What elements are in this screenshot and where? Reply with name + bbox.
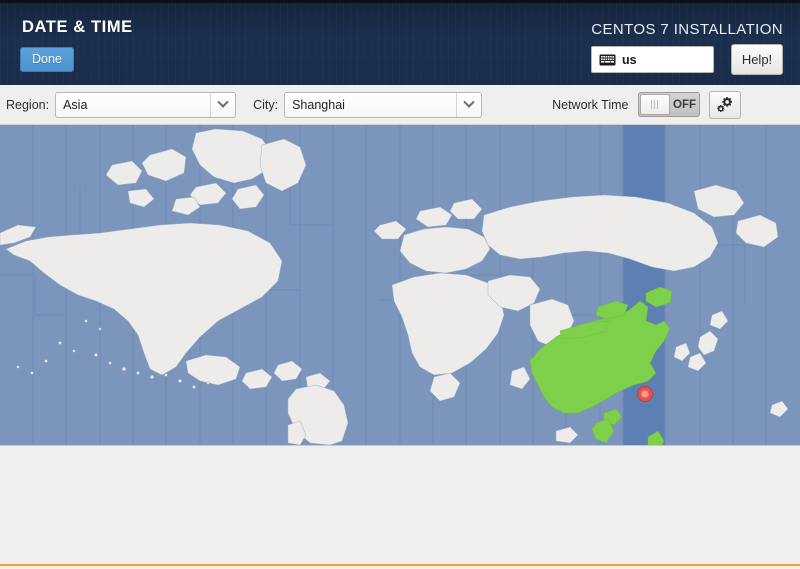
installation-title: CENTOS 7 INSTALLATION (591, 21, 783, 38)
city-value: Shanghai (292, 97, 345, 112)
help-button[interactable]: Help! (731, 44, 783, 75)
city-dropdown[interactable]: Shanghai (284, 91, 483, 118)
city-marker-shanghai (637, 386, 653, 402)
network-time-label: Network Time (552, 97, 629, 112)
gear-icon (716, 96, 732, 112)
chevron-down-icon (210, 92, 235, 117)
network-time-toggle[interactable]: OFF (637, 92, 700, 117)
region-value: Asia (63, 97, 88, 112)
time-date-panel: 17:04 PM 24-hour AM/PM 11 / (0, 445, 800, 566)
installer-header: DATE & TIME Done CENTOS 7 INSTALLATION u… (0, 0, 800, 85)
map-svg (0, 125, 800, 445)
region-dropdown[interactable]: Asia (55, 91, 237, 118)
city-label: City: (253, 97, 279, 112)
ntp-settings-button[interactable] (708, 90, 741, 119)
world-timezone-map[interactable] (0, 125, 800, 445)
network-time-state: OFF (673, 98, 696, 111)
toggle-knob (639, 94, 670, 115)
page-title: DATE & TIME (22, 18, 133, 36)
chevron-down-icon (456, 92, 481, 117)
keyboard-icon (599, 54, 616, 65)
date-time-screen: DATE & TIME Done CENTOS 7 INSTALLATION u… (0, 0, 800, 569)
timezone-selector-bar: Region: Asia City: Shanghai Network Time… (0, 85, 800, 125)
keyboard-layout-label: us (622, 52, 637, 67)
done-button[interactable]: Done (20, 47, 74, 72)
region-label: Region: (6, 97, 50, 112)
keyboard-layout-indicator[interactable]: us (591, 46, 714, 73)
footer-accent-line (0, 564, 800, 566)
